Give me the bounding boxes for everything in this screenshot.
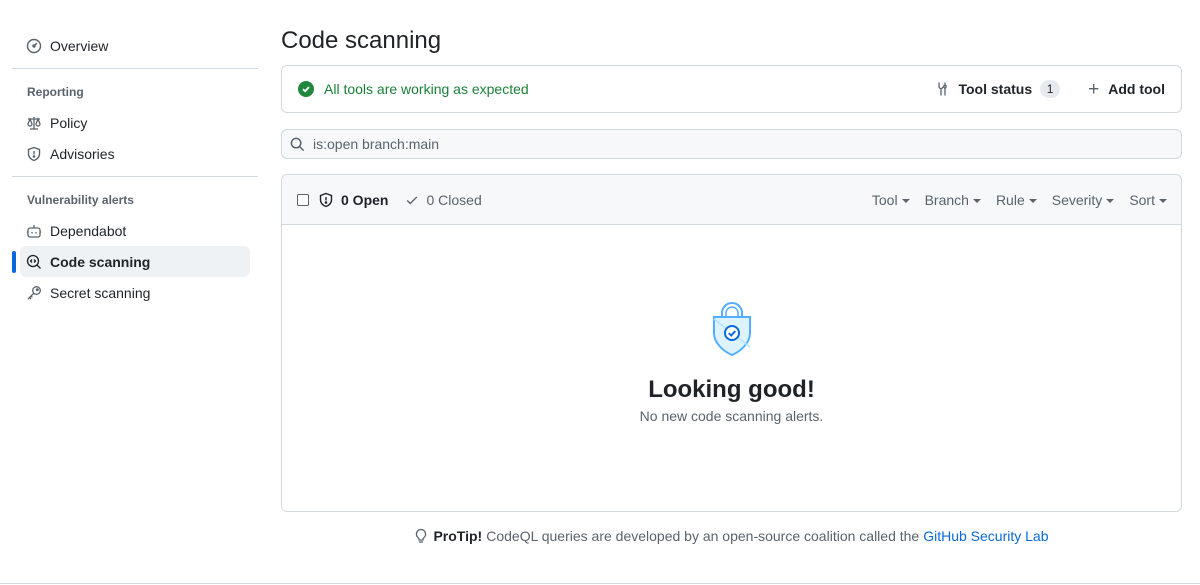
filter-label: Tool: [871, 191, 898, 208]
github-security-lab-link[interactable]: GitHub Security Lab: [923, 528, 1048, 544]
status-message: All tools are working as expected: [298, 81, 529, 97]
caret-down-icon: [1106, 198, 1115, 203]
tool-status-counter: 1: [1040, 80, 1061, 98]
select-all-checkbox[interactable]: [297, 193, 309, 206]
sidebar-item-overview[interactable]: Overview: [12, 30, 250, 61]
sidebar-item-label: Advisories: [50, 145, 115, 162]
protip-label: ProTip!: [433, 528, 483, 544]
divider: [12, 176, 258, 177]
check-icon: [407, 195, 418, 204]
tool-status-label: Tool status: [958, 81, 1033, 97]
shield-lock-check-icon: [713, 302, 751, 357]
sidebar-item-label: Secret scanning: [50, 284, 151, 301]
shield-icon: [26, 146, 42, 162]
filter-label: Severity: [1051, 191, 1103, 208]
page-title: Code scanning: [281, 27, 442, 54]
empty-state: Looking good! No new code scanning alert…: [282, 225, 1181, 511]
search-icon: [290, 137, 305, 151]
add-tool-label: Add tool: [1108, 81, 1165, 97]
filter-branch[interactable]: Branch: [925, 192, 981, 208]
sidebar-item-label: Policy: [50, 114, 88, 131]
codescan-icon: [26, 254, 42, 270]
caret-down-icon: [1028, 198, 1037, 203]
filter-sort[interactable]: Sort: [1129, 192, 1167, 208]
filter-label: Branch: [924, 191, 969, 208]
tool-status-button[interactable]: Tool status 1: [934, 80, 1061, 98]
sidebar-item-code-scanning[interactable]: Code scanning: [12, 246, 250, 277]
alerts-list: 0 Open 0 Closed Tool Branch Rule Severit…: [281, 174, 1182, 512]
law-icon: [26, 115, 42, 131]
sidebar-item-label: Dependabot: [50, 222, 127, 239]
section-heading-vulnerability-alerts: Vulnerability alerts: [27, 192, 134, 207]
open-alerts-tab[interactable]: 0 Open: [318, 192, 388, 208]
sidebar-item-label: Code scanning: [50, 253, 151, 270]
dependabot-icon: [26, 223, 42, 239]
light-bulb-icon: [416, 528, 427, 543]
search-input[interactable]: [313, 136, 1181, 152]
filter-label: Rule: [995, 191, 1025, 208]
empty-state-subtitle: No new code scanning alerts.: [639, 408, 824, 424]
caret-down-icon: [901, 198, 910, 203]
divider: [12, 68, 258, 69]
caret-down-icon: [1159, 198, 1167, 203]
filter-rule[interactable]: Rule: [996, 192, 1037, 208]
shield-icon: [319, 192, 333, 207]
footer-divider: [0, 583, 1200, 584]
sidebar-item-policy[interactable]: Policy: [12, 107, 250, 138]
protip: ProTip! CodeQL queries are developed by …: [281, 528, 1182, 544]
tools-icon: [938, 82, 948, 96]
add-tool-button[interactable]: + Add tool: [1088, 80, 1165, 99]
status-text: All tools are working as expected: [324, 81, 529, 97]
alerts-list-header: 0 Open 0 Closed Tool Branch Rule Severit…: [282, 175, 1181, 225]
empty-state-title: Looking good!: [648, 376, 815, 403]
filter-label: Sort: [1129, 191, 1155, 208]
search-field[interactable]: [281, 129, 1182, 159]
filter-bar: Tool Branch Rule Severity Sort: [857, 192, 1181, 208]
check-circle-icon: [298, 81, 314, 97]
key-icon: [26, 285, 42, 301]
filter-tool[interactable]: Tool: [872, 192, 910, 208]
sidebar-item-label: Overview: [50, 37, 109, 54]
sidebar-item-secret-scanning[interactable]: Secret scanning: [12, 277, 250, 308]
section-heading-reporting: Reporting: [27, 84, 84, 99]
plus-icon: +: [1088, 78, 1100, 100]
closed-alerts-tab[interactable]: 0 Closed: [405, 191, 482, 208]
open-count-label: 0 Open: [341, 191, 389, 208]
protip-text: CodeQL queries are developed by an open-…: [486, 528, 920, 544]
closed-count-label: 0 Closed: [426, 191, 482, 208]
page: Overview Reporting Policy Advisories Vul…: [0, 0, 1200, 585]
sidebar: Overview Reporting Policy Advisories Vul…: [12, 30, 258, 308]
filter-severity[interactable]: Severity: [1052, 192, 1115, 208]
status-actions: Tool status 1 + Add tool: [934, 80, 1165, 99]
meter-icon: [26, 38, 42, 54]
tool-status-banner: All tools are working as expected Tool s…: [281, 65, 1182, 113]
main-content: Code scanning All tools are working as e…: [281, 26, 1182, 512]
caret-down-icon: [972, 198, 981, 203]
sidebar-item-dependabot[interactable]: Dependabot: [12, 215, 250, 246]
sidebar-item-advisories[interactable]: Advisories: [12, 138, 250, 169]
